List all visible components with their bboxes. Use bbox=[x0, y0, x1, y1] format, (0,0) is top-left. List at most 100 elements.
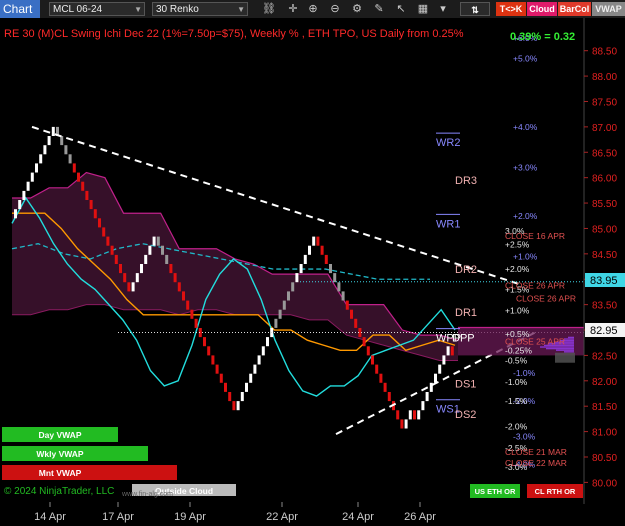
zoom-in-icon[interactable]: ⊕ bbox=[306, 2, 320, 16]
weekly-pct-label: -3.0% bbox=[513, 432, 536, 442]
renko-down-bar bbox=[161, 245, 164, 255]
layout-icon[interactable]: ▦ bbox=[416, 2, 430, 16]
renko-down-bar bbox=[110, 245, 114, 255]
chevron-down-icon: ▼ bbox=[134, 5, 142, 14]
renko-up-bar bbox=[14, 209, 17, 219]
renko-down-bar bbox=[379, 373, 383, 383]
renko-up-bar bbox=[261, 346, 265, 356]
price-tick-label: 80.50 bbox=[592, 453, 617, 464]
more-icon[interactable]: ▾ bbox=[436, 2, 450, 16]
renko-down-bar bbox=[127, 282, 131, 292]
pivot-label-dpp: DPP bbox=[452, 333, 475, 345]
chart-title: RE 30 (M)CL Swing Ichi Dec 22 (1%=7.50p=… bbox=[4, 28, 464, 40]
weekly-pct-label: +5.0% bbox=[513, 53, 538, 63]
renko-down-bar bbox=[98, 218, 101, 228]
tpo-poc-block bbox=[555, 352, 575, 363]
price-tick-label: 87.00 bbox=[592, 123, 617, 134]
draw-icon[interactable]: ✎ bbox=[372, 2, 386, 16]
renko-down-bar bbox=[60, 136, 64, 146]
vwap-toggle-button[interactable]: VWAP bbox=[592, 2, 625, 16]
price-chart[interactable]: +6.0%+5.0%+4.0%+3.0%+2.0%+1.0%-1.0%-2.0%… bbox=[0, 18, 625, 526]
renko-down-bar bbox=[173, 273, 177, 283]
watermark-text: www.fin-alg.com bbox=[121, 491, 173, 498]
chart-menu-button[interactable]: Chart bbox=[0, 0, 40, 18]
cursor-icon[interactable]: ↖ bbox=[394, 2, 408, 16]
renko-down-bar bbox=[366, 346, 370, 356]
renko-down-bar bbox=[123, 273, 127, 283]
renko-down-bar bbox=[224, 382, 227, 392]
renko-up-bar bbox=[404, 419, 408, 429]
price-tick-label: 83.50 bbox=[592, 301, 617, 312]
price-tick-label: 87.50 bbox=[592, 97, 617, 108]
renko-down-bar bbox=[64, 145, 68, 155]
renko-down-bar bbox=[177, 282, 181, 292]
renko-up-bar bbox=[18, 200, 22, 210]
renko-down-bar bbox=[320, 245, 324, 255]
pivot-label-dr1: DR1 bbox=[455, 307, 477, 319]
cloud-button[interactable]: Cloud bbox=[527, 2, 557, 16]
renko-down-bar bbox=[316, 236, 320, 246]
renko-up-bar bbox=[408, 410, 412, 420]
renko-down-bar bbox=[165, 254, 169, 264]
price-marker-cyan-label: 83.95 bbox=[590, 275, 618, 287]
renko-down-bar bbox=[169, 264, 173, 274]
renko-down-bar bbox=[341, 291, 345, 301]
tk-button[interactable]: T<>K bbox=[496, 2, 526, 16]
price-tick-label: 88.50 bbox=[592, 47, 617, 58]
link-icon[interactable]: ⛓ bbox=[262, 2, 276, 16]
daily-pct-label: -2.0% bbox=[505, 422, 528, 432]
tpo-profile-bar bbox=[556, 349, 574, 351]
renko-down-bar bbox=[207, 346, 211, 356]
renko-down-bar bbox=[232, 401, 236, 411]
renko-up-bar bbox=[245, 382, 248, 392]
renko-down-bar bbox=[354, 318, 358, 328]
renko-up-bar bbox=[308, 245, 311, 255]
indicators-icon[interactable]: ⚙ bbox=[350, 2, 364, 16]
date-tick-label: 17 Apr bbox=[102, 511, 134, 523]
renko-down-bar bbox=[450, 346, 454, 356]
monthly-vwap-label: Mnt VWAP bbox=[39, 468, 82, 478]
pivot-label-ds1: DS1 bbox=[455, 378, 476, 390]
renko-down-bar bbox=[102, 227, 106, 237]
renko-down-bar bbox=[119, 264, 122, 274]
renko-up-bar bbox=[257, 355, 261, 365]
chart-trader-icon[interactable]: ⇅ bbox=[460, 2, 490, 16]
date-tick-label: 14 Apr bbox=[34, 511, 66, 523]
price-tick-label: 82.50 bbox=[592, 351, 617, 362]
tpo-profile-bar bbox=[564, 338, 574, 340]
barcol-button[interactable]: BarCol bbox=[558, 2, 591, 16]
monthly-vwap-button[interactable] bbox=[2, 465, 177, 480]
weekly-pct-label: +1.0% bbox=[513, 251, 538, 261]
renko-up-bar bbox=[240, 392, 244, 402]
crosshair-icon[interactable]: ✛ bbox=[286, 2, 300, 16]
change-readout: 0.39% = 0.32 bbox=[510, 31, 575, 43]
pivot-label-dr2: DR2 bbox=[455, 264, 477, 276]
daily-pct-label: -1.0% bbox=[505, 377, 528, 387]
bar-type-selector[interactable]: 30 Renko ▼ bbox=[152, 2, 248, 16]
instrument-selector[interactable]: MCL 06-24 ▼ bbox=[49, 2, 145, 16]
renko-down-bar bbox=[215, 364, 219, 374]
renko-down-bar bbox=[400, 419, 404, 429]
renko-down-bar bbox=[329, 264, 332, 274]
price-tick-label: 80.00 bbox=[592, 478, 617, 489]
renko-up-bar bbox=[140, 264, 143, 274]
chevron-down-icon: ▼ bbox=[237, 5, 245, 14]
renko-up-bar bbox=[22, 190, 26, 200]
us-eth-or-label: US ETH OR bbox=[475, 487, 516, 496]
close-label: CLOSE 16 APR bbox=[505, 231, 565, 241]
renko-up-bar bbox=[425, 392, 429, 402]
daily-pct-label: -1.5% bbox=[505, 396, 528, 406]
daily-pct-label: -0.5% bbox=[505, 355, 528, 365]
renko-down-bar bbox=[85, 190, 89, 200]
date-tick-label: 22 Apr bbox=[266, 511, 298, 523]
renko-up-bar bbox=[442, 355, 446, 365]
zoom-out-icon[interactable]: ⊖ bbox=[328, 2, 342, 16]
date-tick-label: 19 Apr bbox=[174, 511, 206, 523]
price-tick-label: 86.00 bbox=[592, 174, 617, 185]
renko-down-bar bbox=[383, 382, 387, 392]
renko-up-bar bbox=[434, 373, 437, 383]
renko-down-bar bbox=[413, 410, 416, 420]
daily-pct-label: +2.0% bbox=[505, 264, 530, 274]
date-tick-label: 26 Apr bbox=[404, 511, 436, 523]
renko-up-bar bbox=[287, 291, 290, 301]
